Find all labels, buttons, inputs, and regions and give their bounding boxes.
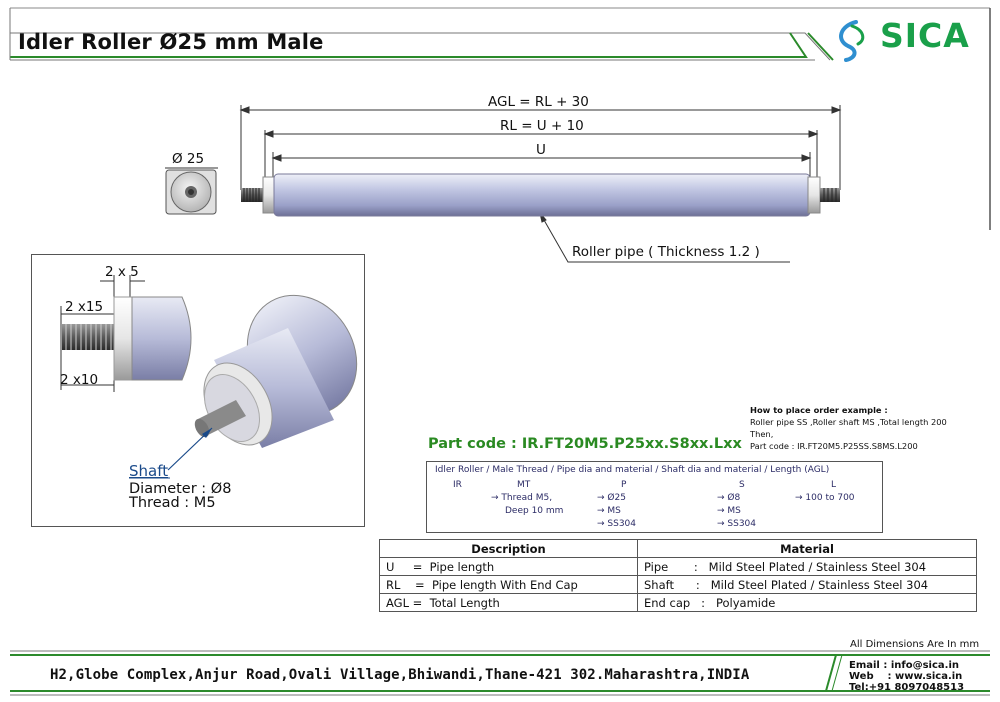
footer-contact: Email : info@sica.in Web : www.sica.in T… <box>849 660 964 693</box>
code-col-ir: IR <box>453 480 462 490</box>
code-col-l: L → 100 to 700 <box>795 480 855 503</box>
table-cell: End cap : Polyamide <box>637 593 977 612</box>
dim-2x15-label: 2 x15 <box>65 299 104 315</box>
dim-2x5-label: 2 x 5 <box>105 264 139 280</box>
roller-end-view <box>165 169 217 215</box>
table-header-row: Description Material <box>379 539 977 558</box>
dim-2x10-label: 2 x10 <box>60 372 99 388</box>
roller-pipe-label: Roller pipe ( Thickness 1.2 ) <box>572 244 760 260</box>
order-line: Roller pipe SS ,Roller shaft MS ,Total l… <box>750 417 947 427</box>
footer-email[interactable]: Email : info@sica.in <box>849 660 964 671</box>
table-cell: Shaft : Mild Steel Plated / Stainless St… <box>637 575 977 594</box>
table-header-material: Material <box>637 539 977 558</box>
order-heading: How to place order example : <box>750 405 888 415</box>
u-dimension-label: U <box>536 142 546 158</box>
code-legend-box: Idler Roller / Male Thread / Pipe dia an… <box>426 461 883 533</box>
table-cell: AGL = Total Length <box>379 593 638 612</box>
footer-tel: Tel:+91 8097048513 <box>849 682 965 693</box>
company-logo: SICA <box>880 16 970 55</box>
order-line: Part code : IR.FT20M5.P25SS.S8MS.L200 <box>750 441 918 451</box>
table-cell: Pipe : Mild Steel Plated / Stainless Ste… <box>637 557 977 576</box>
dimensions-note: All Dimensions Are In mm <box>850 639 980 650</box>
part-code: Part code : IR.FT20M5.P25xx.S8xx.Lxx <box>428 436 742 452</box>
shaft-thread: Thread : M5 <box>129 495 216 511</box>
table-cell: U = Pipe length <box>379 557 638 576</box>
footer-address: H2,Globe Complex,Anjur Road,Ovali Villag… <box>50 667 750 683</box>
order-example: How to place order example : Roller pipe… <box>750 404 990 452</box>
code-col-p: P → Ø25 → MS → SS304 <box>597 480 637 529</box>
rl-dimension-label: RL = U + 10 <box>500 118 584 134</box>
roller-main-view <box>241 173 840 217</box>
page-title: Idler Roller Ø25 mm Male <box>18 30 324 54</box>
code-col-s: S → Ø8 → MS → SS304 <box>717 480 757 529</box>
table-row: RL = Pipe length With End Cap Shaft : Mi… <box>379 575 977 594</box>
agl-dimension-label: AGL = RL + 30 <box>488 94 589 110</box>
footer-web[interactable]: Web : www.sica.in <box>849 671 964 682</box>
code-col-mt: MT → Thread M5, Deep 10 mm <box>491 480 564 516</box>
sica-logo-icon <box>839 20 865 62</box>
table-header-description: Description <box>379 539 638 558</box>
table-row: U = Pipe length Pipe : Mild Steel Plated… <box>379 557 977 576</box>
table-cell: RL = Pipe length With End Cap <box>379 575 638 594</box>
table-row: AGL = Total Length End cap : Polyamide <box>379 593 977 612</box>
diameter-label: Ø 25 <box>172 151 205 167</box>
order-line: Then, <box>750 429 774 439</box>
description-table: Description Material U = Pipe length Pip… <box>379 539 977 612</box>
code-legend-header: Idler Roller / Male Thread / Pipe dia an… <box>435 465 830 475</box>
shaft-label: Shaft <box>129 462 169 480</box>
